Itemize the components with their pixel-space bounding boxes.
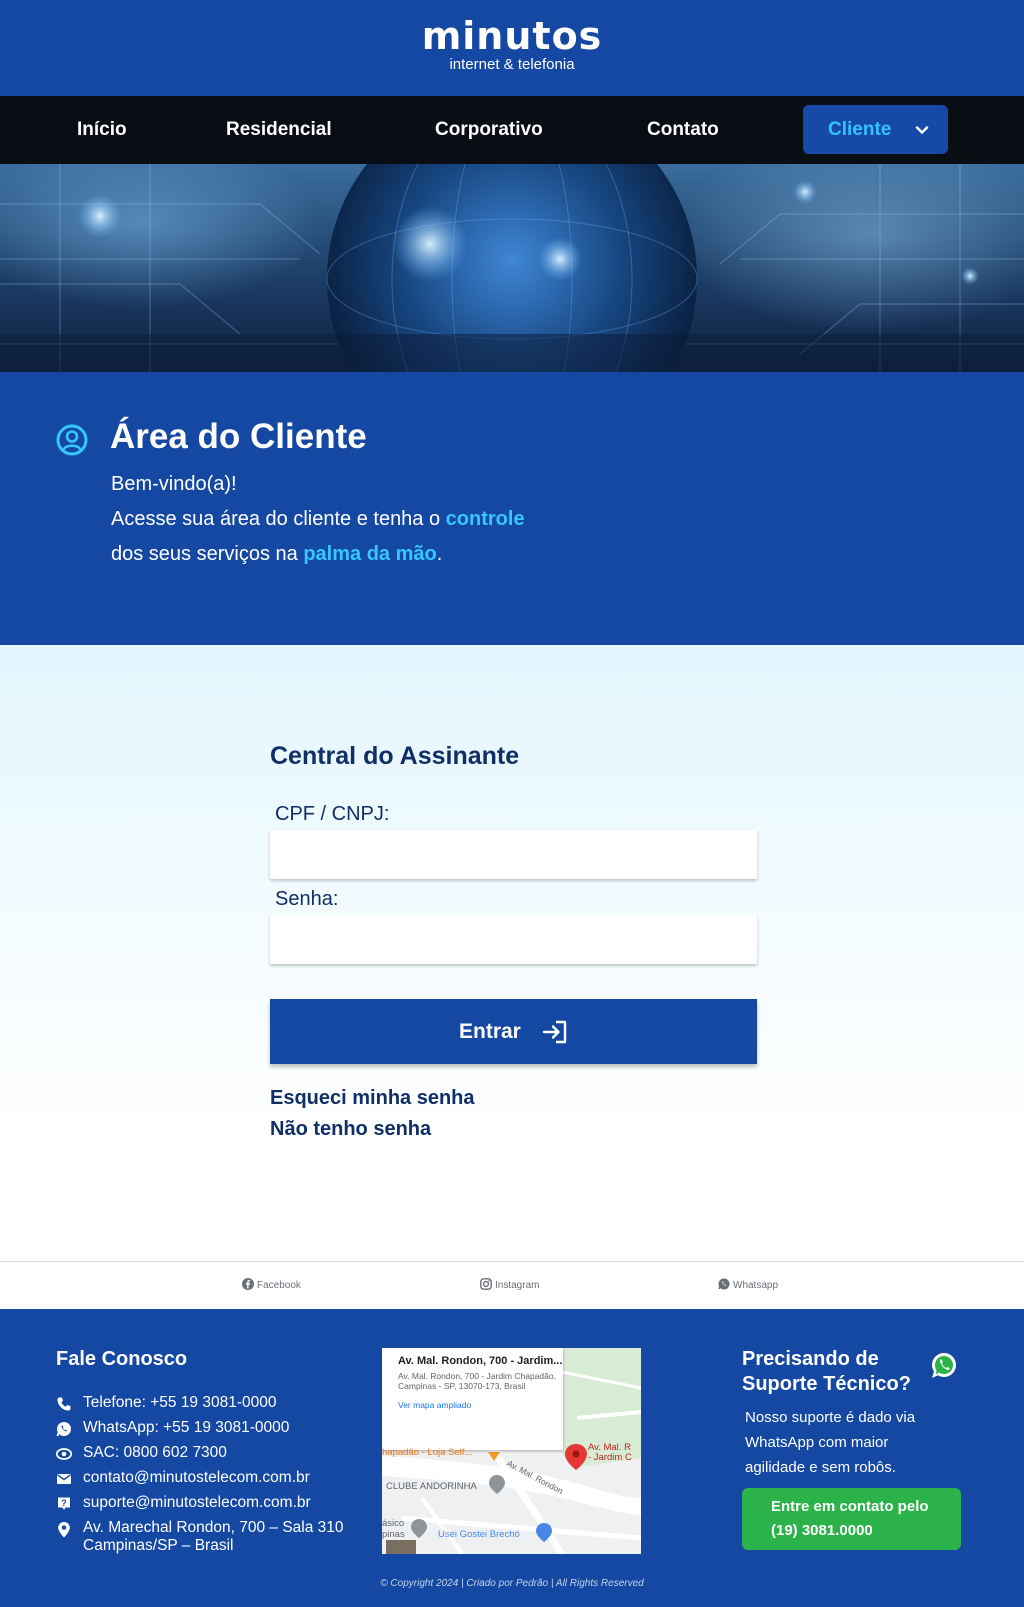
login-title: Central do Assinante [270, 742, 520, 770]
facebook-label: Facebook [257, 1280, 301, 1291]
map-label-pin: Av. Mal. R- Jardim C [588, 1443, 632, 1463]
location-map[interactable]: Av. Mal. Rondon, 700 - Jardim... Av. Mal… [382, 1348, 641, 1554]
contact-phone-text: Telefone: +55 19 3081-0000 [83, 1394, 277, 1411]
svg-text:?: ? [61, 1498, 67, 1508]
instagram-icon [480, 1278, 492, 1290]
whatsapp-label: Whatsapp [733, 1280, 779, 1291]
password-input[interactable] [270, 915, 757, 964]
map-card-address: Av. Mal. Rondon, 700 - Jardim Chapadão, … [398, 1371, 556, 1391]
map-enlarge-link[interactable]: Ver mapa ampliado [398, 1400, 563, 1410]
location-pin-icon [58, 1522, 70, 1538]
support-title: Precisando de Suporte Técnico? [742, 1347, 911, 1397]
contact-address-text: Av. Marechal Rondon, 700 – Sala 310 Campi… [83, 1519, 344, 1555]
contact-support-text: suporte@minutostelecom.com.br [83, 1494, 311, 1511]
client-area-section: Área do Cliente Bem-vindo(a)! Acesse sua… [0, 372, 1024, 645]
whatsapp-icon [56, 1422, 71, 1437]
login-section: Central do Assinante CPF / CNPJ: Senha: … [0, 645, 1024, 1261]
welcome-text: Bem-vindo(a)! Acesse sua área do cliente… [111, 467, 525, 572]
phone-icon [57, 1397, 71, 1411]
brand-logo[interactable]: minutos internet & telefonia [0, 14, 1024, 73]
nav-item-contato[interactable]: Contato [647, 96, 719, 164]
map-pin-line-2: - Jardim C [588, 1452, 632, 1463]
map-asico-line-2: pinas [382, 1529, 405, 1540]
support-text: Nosso suporte é dado via WhatsApp com ma… [745, 1405, 915, 1480]
whatsapp-icon [718, 1278, 730, 1290]
social-links-bar: Facebook Instagram Whatsapp [0, 1261, 1024, 1309]
support-text-line-2: WhatsApp com maior [745, 1434, 889, 1451]
map-card-title: Av. Mal. Rondon, 700 - Jardim... [398, 1355, 563, 1367]
welcome-line-2: Acesse sua área do cliente e tenha o con… [111, 502, 525, 537]
footer-contact-title: Fale Conosco [56, 1348, 188, 1370]
support-text-line-1: Nosso suporte é dado via [745, 1409, 916, 1426]
social-instagram-link[interactable]: Instagram [480, 1278, 539, 1291]
map-label-usei: Usei Gostei Brechó [438, 1529, 520, 1540]
social-whatsapp-link[interactable]: Whatsapp [718, 1278, 778, 1291]
contact-sac-text: SAC: 0800 602 7300 [83, 1444, 227, 1461]
facebook-icon [242, 1278, 254, 1290]
support-title-line-1: Precisando de [742, 1348, 879, 1370]
nav-cliente-label: Cliente [828, 119, 892, 140]
top-header: minutos internet & telefonia [0, 0, 1024, 96]
welcome-line-3: dos seus serviços na palma da mão. [111, 537, 525, 572]
page-title: Área do Cliente [110, 417, 367, 456]
map-asico-line-1: ásico [382, 1518, 405, 1529]
user-circle-icon [56, 424, 88, 456]
social-facebook-link[interactable]: Facebook [242, 1278, 301, 1291]
support-title-line-2: Suporte Técnico? [742, 1373, 911, 1395]
forgot-password-link[interactable]: Esqueci minha senha [270, 1087, 475, 1110]
copyright-text: © Copyright 2024 | Criado por Pedrão | A… [380, 1578, 644, 1589]
support-icon: ? [58, 1497, 70, 1510]
footer: Fale Conosco Telefone: +55 19 3081-0000 … [0, 1309, 1024, 1607]
logo-tagline: internet & telefonia [449, 56, 575, 73]
login-submit-button[interactable]: Entrar [270, 999, 757, 1064]
whatsapp-contact-button[interactable]: Entre em contato pelo (19) 3081.0000 [742, 1488, 961, 1550]
welcome-line-2-text: Acesse sua área do cliente e tenha o [111, 508, 446, 530]
nav-item-inicio[interactable]: Início [77, 96, 127, 164]
address-line-2: Campinas/SP – Brasil [83, 1537, 234, 1554]
main-nav: Início Residencial Corporativo Contato C… [0, 96, 1024, 164]
logo-wordmark: minutos [421, 14, 603, 58]
login-submit-label: Entrar [459, 1020, 521, 1043]
instagram-label: Instagram [495, 1280, 540, 1291]
globe-network-illustration [0, 164, 1024, 372]
whatsapp-icon [932, 1353, 956, 1378]
hero-banner-image [0, 164, 1024, 372]
nav-item-corporativo[interactable]: Corporativo [435, 96, 543, 164]
welcome-line-3-end: . [436, 543, 443, 565]
email-icon [57, 1474, 71, 1484]
cpf-cnpj-input[interactable] [270, 830, 757, 879]
whatsapp-button-line-1: Entre em contato pelo [771, 1498, 929, 1515]
map-label-loja: hapadão - Loja Self... [382, 1447, 473, 1458]
cpf-label: CPF / CNPJ: [275, 803, 390, 825]
highlight-controle: controle [445, 508, 525, 530]
support-text-line-3: agilidade e sem robôs. [745, 1459, 896, 1476]
map-label-clube: CLUBE ANDORINHA [386, 1481, 477, 1492]
welcome-line-1: Bem-vindo(a)! [111, 473, 237, 495]
whatsapp-button-line-2: (19) 3081.0000 [771, 1522, 873, 1539]
map-label-asico: ásico pinas [382, 1518, 405, 1540]
senha-label: Senha: [275, 888, 339, 910]
chevron-down-icon [915, 126, 929, 134]
highlight-palma: palma da mão [303, 543, 437, 565]
contact-email-text: contato@minutostelecom.com.br [83, 1469, 310, 1486]
map-info-card[interactable]: Av. Mal. Rondon, 700 - Jardim... Av. Mal… [382, 1348, 563, 1450]
nav-cliente-dropdown-button[interactable]: Cliente [803, 105, 948, 154]
address-line-1: Av. Marechal Rondon, 700 – Sala 310 [83, 1519, 344, 1536]
nav-item-residencial[interactable]: Residencial [226, 96, 332, 164]
contact-whatsapp-text: WhatsApp: +55 19 3081-0000 [83, 1419, 290, 1436]
sign-in-arrow-icon [542, 1020, 567, 1044]
sac-icon [56, 1448, 72, 1460]
welcome-line-3-text: dos seus serviços na [111, 543, 304, 565]
no-password-link[interactable]: Não tenho senha [270, 1118, 431, 1141]
